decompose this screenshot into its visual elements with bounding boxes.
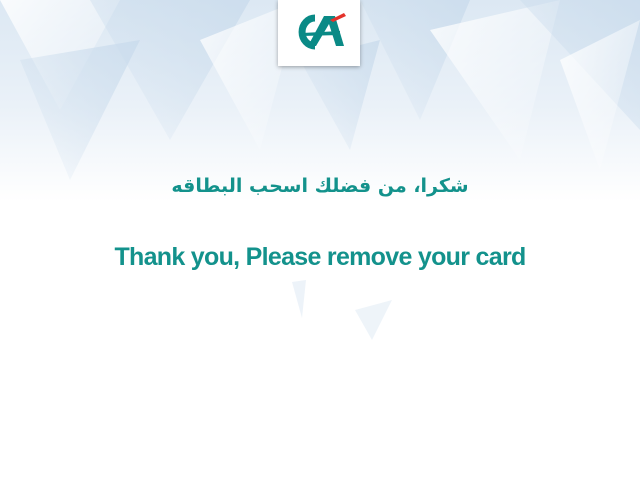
credit-agricole-logo-icon bbox=[298, 13, 346, 50]
remove-card-message-arabic: شكرا، من فضلك اسحب البطاقه bbox=[171, 175, 469, 197]
atm-screen: شكرا، من فضلك اسحب البطاقه Thank you, Pl… bbox=[0, 0, 640, 480]
bank-logo bbox=[278, 0, 360, 66]
remove-card-message-english: Thank you, Please remove your card bbox=[114, 243, 526, 271]
